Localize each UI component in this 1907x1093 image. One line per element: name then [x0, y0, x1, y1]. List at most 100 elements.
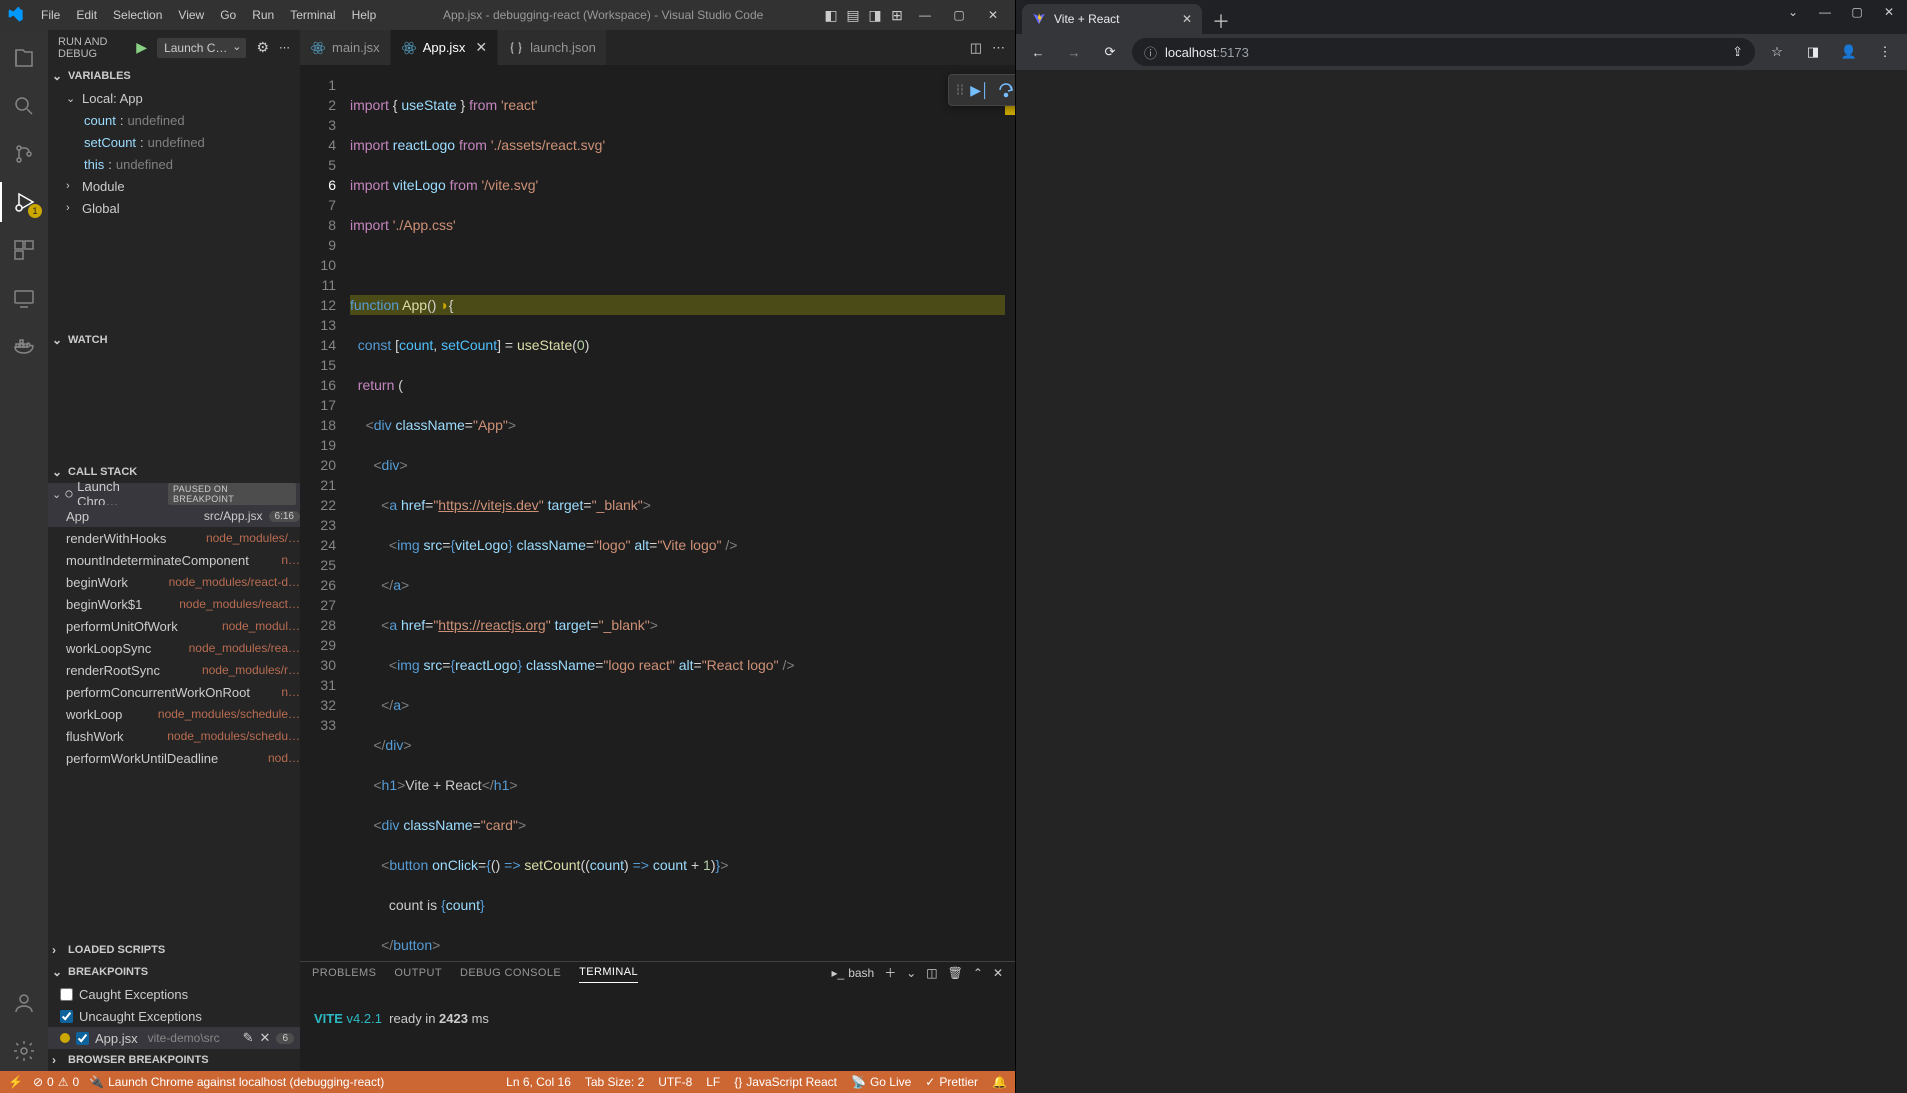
browser-minimize-button[interactable]: —: [1811, 2, 1839, 22]
remote-explorer-icon[interactable]: [0, 278, 48, 318]
browser-menu-icon[interactable]: ⋮: [1871, 38, 1899, 66]
settings-gear-icon[interactable]: [0, 1031, 48, 1071]
encoding[interactable]: UTF-8: [658, 1075, 692, 1089]
variables-header[interactable]: ⌄VARIABLES: [48, 65, 300, 87]
maximize-panel-icon[interactable]: ⌃: [973, 966, 983, 980]
debug-session-name[interactable]: 🔌 Launch Chrome against localhost (debug…: [89, 1075, 384, 1089]
stack-frame[interactable]: Appsrc/App.jsx6:16: [48, 505, 300, 527]
tab-size[interactable]: Tab Size: 2: [585, 1075, 644, 1089]
run-debug-icon[interactable]: 1: [0, 182, 48, 222]
menu-help[interactable]: Help: [345, 4, 384, 26]
extensions-icon[interactable]: [0, 230, 48, 270]
loaded-scripts-header[interactable]: ›LOADED SCRIPTS: [48, 939, 300, 961]
side-panel-icon[interactable]: ◨: [1799, 38, 1827, 66]
browser-breakpoints-header[interactable]: ›BROWSER BREAKPOINTS: [48, 1049, 300, 1071]
back-button[interactable]: ←: [1024, 38, 1052, 66]
stack-frame[interactable]: performWorkUntilDeadlinenod…: [48, 747, 300, 769]
stack-frame[interactable]: flushWorknode_modules/schedu…: [48, 725, 300, 747]
scope-module[interactable]: ›Module: [60, 175, 300, 197]
breakpoints-header[interactable]: ⌄BREAKPOINTS: [48, 961, 300, 983]
menu-terminal[interactable]: Terminal: [283, 4, 342, 26]
panel-tab-terminal[interactable]: TERMINAL: [579, 962, 638, 983]
errors-warnings[interactable]: ⊘ 0 ⚠ 0: [33, 1075, 79, 1089]
browser-dropdown-icon[interactable]: ⌄: [1779, 2, 1807, 22]
watch-header[interactable]: ⌄WATCH: [48, 329, 300, 351]
language-mode[interactable]: {} JavaScript React: [734, 1075, 837, 1089]
var-this[interactable]: this: undefined: [60, 153, 300, 175]
menu-edit[interactable]: Edit: [69, 4, 104, 26]
close-tab-icon[interactable]: ✕: [1182, 12, 1192, 26]
account-icon[interactable]: [0, 983, 48, 1023]
start-debug-icon[interactable]: ▶: [136, 39, 147, 56]
tab-app-jsx[interactable]: App.jsx✕: [391, 30, 498, 65]
search-icon[interactable]: [0, 86, 48, 126]
browser-maximize-button[interactable]: ▢: [1843, 2, 1871, 22]
go-live[interactable]: 📡 Go Live: [851, 1075, 911, 1089]
stack-frame[interactable]: performConcurrentWorkOnRootn…: [48, 681, 300, 703]
notifications-icon[interactable]: 🔔: [992, 1075, 1007, 1089]
terminal-output[interactable]: VITE v4.2.1 ready in 2423 ms ➜ Local: ht…: [300, 983, 1015, 1071]
continue-icon[interactable]: ▶│: [969, 79, 991, 101]
drag-handle-icon[interactable]: ┆┆: [955, 85, 963, 96]
reload-button[interactable]: ⟳: [1096, 38, 1124, 66]
callstack-thread[interactable]: ⌄ Launch Chro… PAUSED ON BREAKPOINT: [48, 483, 300, 505]
new-terminal-icon[interactable]: ＋: [884, 964, 896, 981]
menu-go[interactable]: Go: [213, 4, 243, 26]
close-panel-icon[interactable]: ✕: [993, 966, 1003, 980]
menu-run[interactable]: Run: [245, 4, 281, 26]
split-terminal-icon[interactable]: ◫: [926, 966, 937, 980]
explorer-icon[interactable]: [0, 38, 48, 78]
layout-panel-right-icon[interactable]: ◨: [867, 7, 883, 23]
bookmark-icon[interactable]: ☆: [1763, 38, 1791, 66]
stack-frame[interactable]: mountIndeterminateComponentn…: [48, 549, 300, 571]
tab-main-jsx[interactable]: main.jsx: [300, 30, 391, 65]
tab-launch-json[interactable]: launch.json: [498, 30, 607, 65]
layout-panel-bottom-icon[interactable]: ▤: [845, 7, 861, 23]
menu-view[interactable]: View: [171, 4, 211, 26]
stack-frame[interactable]: beginWork$1node_modules/react…: [48, 593, 300, 615]
stack-frame[interactable]: workLoopSyncnode_modules/rea…: [48, 637, 300, 659]
terminal-dropdown-icon[interactable]: ⌄: [906, 966, 916, 980]
menu-selection[interactable]: Selection: [106, 4, 169, 26]
browser-viewport[interactable]: [1016, 70, 1907, 1093]
more-icon[interactable]: ⋯: [279, 41, 290, 54]
menu-file[interactable]: File: [34, 4, 67, 26]
minimap[interactable]: [1005, 65, 1015, 961]
stack-frame[interactable]: performUnitOfWorknode_modul…: [48, 615, 300, 637]
stack-frame[interactable]: renderWithHooksnode_modules/…: [48, 527, 300, 549]
scope-local[interactable]: ⌄Local: App: [60, 87, 300, 109]
new-tab-button[interactable]: ＋: [1202, 8, 1240, 34]
panel-tab-output[interactable]: OUTPUT: [394, 963, 442, 983]
breakpoint-item[interactable]: App.jsx vite-demo\src ✎✕6: [48, 1027, 300, 1049]
address-bar[interactable]: ⓘ localhost:5173 ⇪: [1132, 38, 1755, 66]
caught-exceptions-toggle[interactable]: Caught Exceptions: [48, 983, 300, 1005]
var-setcount[interactable]: setCount: undefined: [60, 131, 300, 153]
remote-indicator[interactable]: ⚡: [8, 1075, 23, 1089]
uncaught-exceptions-toggle[interactable]: Uncaught Exceptions: [48, 1005, 300, 1027]
stack-frame[interactable]: beginWorknode_modules/react-d…: [48, 571, 300, 593]
profile-icon[interactable]: 👤: [1835, 38, 1863, 66]
forward-button[interactable]: →: [1060, 38, 1088, 66]
code-editor[interactable]: import { useState } from 'react' import …: [350, 65, 1005, 961]
scope-global[interactable]: ›Global: [60, 197, 300, 219]
source-control-icon[interactable]: [0, 134, 48, 174]
browser-tab[interactable]: Vite + React ✕: [1022, 4, 1202, 34]
var-count[interactable]: count: undefined: [60, 109, 300, 131]
more-actions-icon[interactable]: ⋯: [992, 40, 1005, 56]
minimize-button[interactable]: —: [911, 4, 939, 26]
cursor-position[interactable]: Ln 6, Col 16: [506, 1075, 571, 1089]
split-editor-icon[interactable]: ◫: [970, 40, 982, 56]
stack-frame[interactable]: workLoopnode_modules/schedule…: [48, 703, 300, 725]
line-gutter[interactable]: 12345 ◗6 7891011121314151617181920212223…: [300, 65, 350, 961]
close-window-button[interactable]: ✕: [979, 4, 1007, 26]
stack-frame[interactable]: renderRootSyncnode_modules/r…: [48, 659, 300, 681]
prettier[interactable]: ✓ Prettier: [925, 1075, 978, 1089]
config-gear-icon[interactable]: ⚙: [256, 39, 269, 56]
docker-icon[interactable]: [0, 326, 48, 366]
layout-customize-icon[interactable]: ⊞: [889, 7, 905, 23]
launch-config-select[interactable]: Launch C…: [157, 38, 246, 58]
eol[interactable]: LF: [706, 1075, 720, 1089]
edit-icon[interactable]: ✎: [243, 1030, 254, 1046]
maximize-button[interactable]: ▢: [945, 4, 973, 26]
remove-icon[interactable]: ✕: [260, 1030, 271, 1046]
